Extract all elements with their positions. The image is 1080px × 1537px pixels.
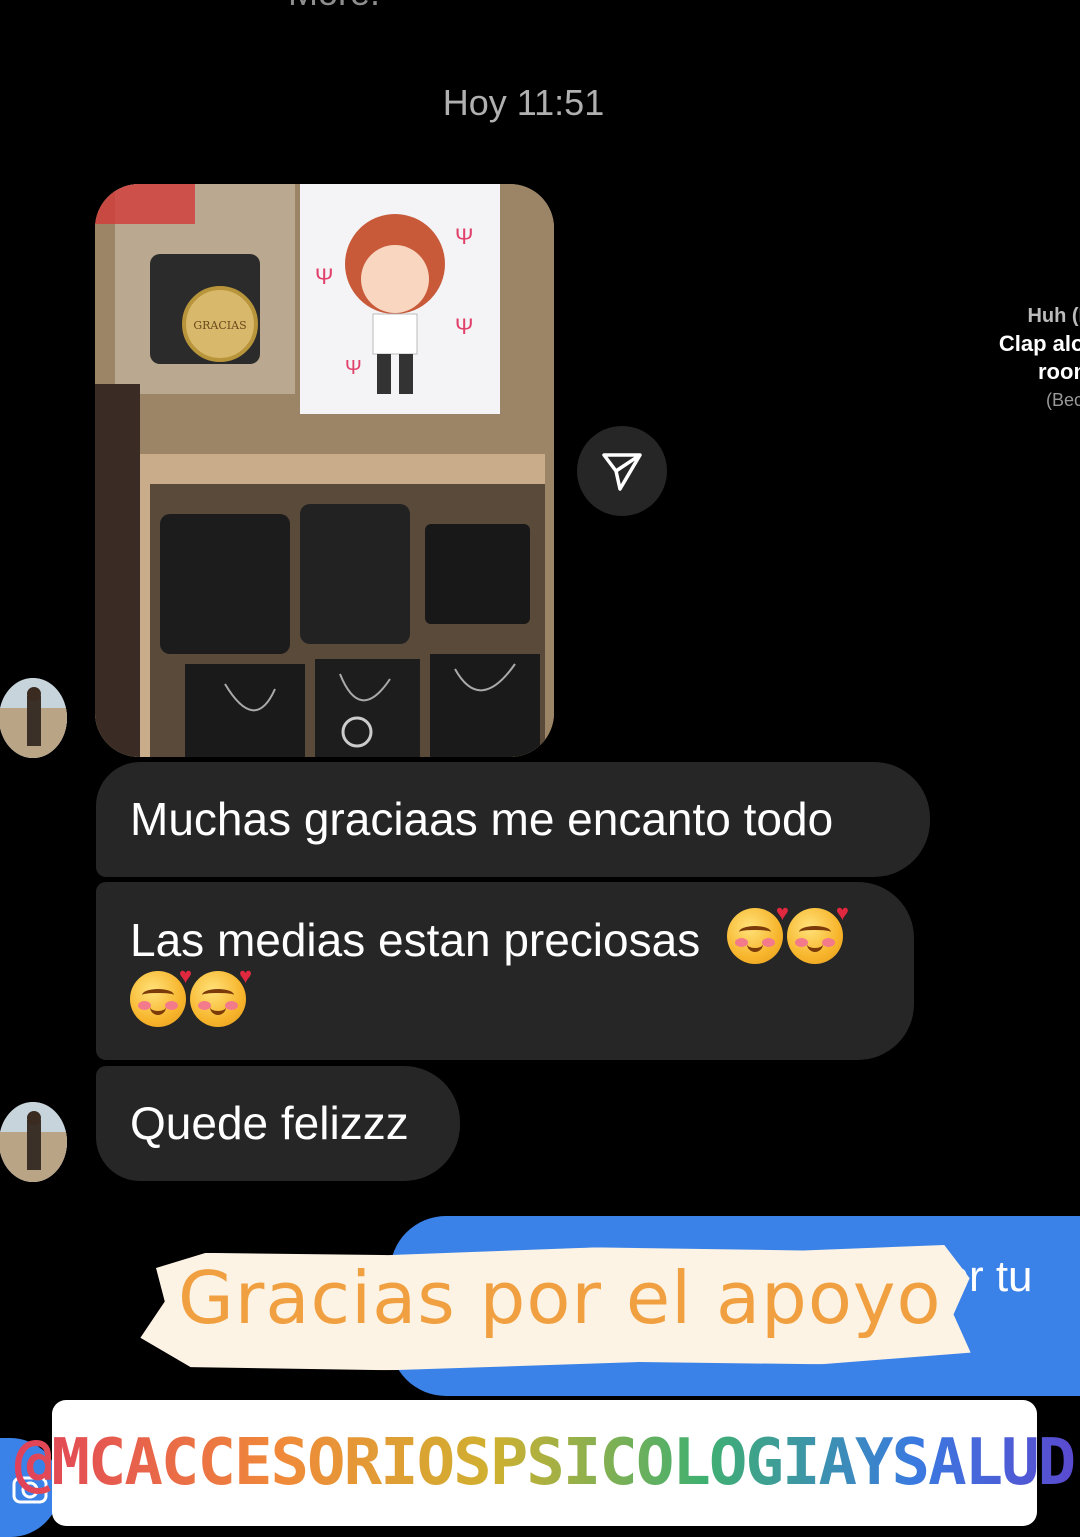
side-text-line4: (Beca xyxy=(1045,390,1080,410)
side-text-line2: Clap alor xyxy=(998,331,1080,356)
paper-plane-icon xyxy=(602,453,642,491)
smiling-face-with-hearts-icon: ♥ xyxy=(726,902,789,964)
sender-avatar[interactable] xyxy=(0,678,67,758)
shared-photo[interactable]: GRACIAS Ψ Ψ Ψ Ψ xyxy=(95,184,554,757)
svg-text:Ψ: Ψ xyxy=(345,357,362,379)
avatar-image xyxy=(0,678,67,758)
mention-sticker[interactable]: @MCACCESORIOSPSICOLOGIAYSALUD xyxy=(15,1400,1076,1526)
side-text-overlay: Huh (B Clap alor room (Beca xyxy=(993,302,1080,414)
photo-content: GRACIAS Ψ Ψ Ψ Ψ xyxy=(95,184,554,757)
smiling-face-with-hearts-icon: ♥ xyxy=(190,965,252,1027)
message-bubble[interactable]: Las medias estan preciosas ♥ ♥ ♥ ♥ xyxy=(96,882,914,1060)
message-text: Quede felizzz xyxy=(130,1097,409,1149)
smiling-face-with-hearts-icon: ♥ xyxy=(130,965,192,1027)
side-text-line3: room xyxy=(1038,359,1080,384)
mention-text: @MCACCESORIOSPSICOLOGIAYSALUD xyxy=(14,1426,1076,1500)
message-bubble[interactable]: Quede felizzz xyxy=(96,1066,460,1181)
svg-text:Ψ: Ψ xyxy=(315,264,333,289)
message-text: Las medias estan preciosas xyxy=(130,914,701,966)
avatar-image xyxy=(0,1102,67,1182)
seal-text: GRACIAS xyxy=(193,319,246,332)
previous-message-cutoff: More. xyxy=(288,0,380,14)
svg-text:Ψ: Ψ xyxy=(455,224,473,249)
message-timestamp: Hoy 11:51 xyxy=(442,82,605,123)
sender-avatar[interactable] xyxy=(0,1102,67,1182)
smiling-face-with-hearts-icon: ♥ xyxy=(786,902,849,964)
svg-text:Ψ: Ψ xyxy=(455,314,473,339)
message-text: Muchas graciaas me encanto todo xyxy=(130,793,834,845)
message-bubble[interactable]: Muchas graciaas me encanto todo xyxy=(96,762,930,877)
sticker-text: Gracias por el apoyo xyxy=(178,1256,942,1340)
share-button[interactable] xyxy=(577,426,667,516)
side-text-line1: Huh (B xyxy=(1027,305,1080,327)
